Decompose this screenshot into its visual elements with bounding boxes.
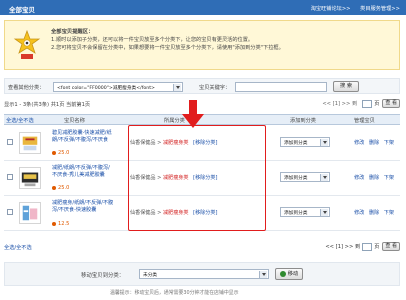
go-page-button[interactable]: 查 看 [382,99,400,108]
search-button[interactable]: 搜 索 [333,81,359,92]
col-add-header: 添加到分类 [290,118,316,124]
offshelf-link[interactable]: 下架 [384,140,394,146]
move-button-label: 移动 [287,271,299,277]
keyword-label: 宝贝关键字： [199,85,231,91]
col-manage-header: 管理宝贝 [354,118,375,124]
move-category-select[interactable]: 未分类 [139,269,269,279]
page-number-input-bottom[interactable] [362,242,373,251]
row-checkbox[interactable] [7,139,13,145]
page-suffix: 页 [374,101,380,107]
product-price: 25.0 [52,150,69,156]
move-button[interactable]: 移动 [275,268,303,280]
offshelf-link[interactable]: 下架 [384,210,394,216]
tip-panel: 全部宝贝提醒区： 1.顺时以添加子分类，还可以将一件宝贝放至多个分类下，让您的宝… [4,20,400,70]
tip-line-1: 1.顺时以添加子分类，还可以将一件宝贝放至多个分类下，让您的宝贝有更灵活的位置。 [51,37,254,43]
product-thumbnail[interactable] [19,167,41,189]
chevron-down-icon [320,174,328,181]
edit-link[interactable]: 修改 [354,140,364,146]
move-hint: 温馨提示：移动宝贝后，通常需要30分钟才能在店铺中显示 [110,290,239,296]
product-name-link[interactable]: 减肥/纸朗/不反弹/不腹泻/不厌食-秀儿美减肥胶囊 [52,165,114,178]
move-label: 移动宝贝到分类： [81,273,125,279]
offshelf-link[interactable]: 下架 [384,175,394,181]
category-filter-value: <font color="FF0000">减肥瘦身类</font> [57,86,155,91]
chevron-down-icon [173,84,181,91]
header-links: 淘宝旺铺论坛>> 类目服务管理>> [303,5,400,12]
delete-link[interactable]: 删除 [369,140,379,146]
move-arrow-icon [279,270,286,277]
result-summary: 显示1 - 3条(共3条) 共1页 当前第1页 [4,102,91,108]
pager-links[interactable]: << [1] >> 到 [322,100,357,107]
category-highlight-box [128,125,266,231]
edit-link[interactable]: 修改 [354,175,364,181]
category-service-link[interactable]: 类目服务管理>> [360,6,400,12]
add-to-category-select[interactable]: 添加到分类 [280,207,330,217]
move-category-value: 未分类 [143,273,158,278]
category-filter-label: 查看其他分类： [8,85,45,91]
product-thumbnail[interactable] [19,202,41,224]
pager-links-bottom[interactable]: << [1] >> 到 [325,243,360,250]
add-to-category-select[interactable]: 添加到分类 [280,137,330,147]
category-filter-select[interactable]: <font color="FF0000">减肥瘦身类</font> [53,82,183,92]
down-arrow-icon [182,100,204,128]
keyword-input[interactable] [235,82,327,92]
product-price: 12.5 [52,221,69,227]
page-number-input[interactable] [362,99,373,108]
product-name-link[interactable]: 碧见减肥胶囊-快速减肥/纸朗/不反弹/不腹泻/不厌食 [52,130,114,143]
row-checkbox[interactable] [7,209,13,215]
chevron-down-icon [259,271,267,278]
filter-bar: 查看其他分类： <font color="FF0000">减肥瘦身类</font… [4,78,400,94]
select-all-toggle[interactable]: 全选/全不选 [6,117,34,124]
pager-bottom: << [1] >> 到 页 查 看 [325,242,400,251]
row-actions: 修改 删除 下架 [351,139,394,146]
select-all-toggle-bottom[interactable]: 全选/全不选 [4,244,32,251]
add-to-category-select[interactable]: 添加到分类 [280,172,330,182]
product-thumbnail[interactable] [19,132,41,154]
product-name-link[interactable]: 减肥瘦身/纸朗/不反弹/不腹泻/不厌食-快速胶囊 [52,200,114,213]
edit-link[interactable]: 修改 [354,210,364,216]
product-price: 25.0 [52,185,69,191]
go-page-button-bottom[interactable]: 查 看 [382,242,400,251]
row-actions: 修改 删除 下架 [351,209,394,216]
page-header: 全部宝贝 淘宝旺铺论坛>> 类目服务管理>> [0,0,406,15]
pager-top: << [1] >> 到 页 查 看 [322,99,400,108]
page-title: 全部宝贝 [9,6,35,14]
forum-link[interactable]: 淘宝旺铺论坛>> [311,6,351,12]
row-actions: 修改 删除 下架 [351,174,394,181]
chevron-down-icon [320,209,328,216]
row-checkbox[interactable] [7,174,13,180]
page-suffix-bottom: 页 [374,244,380,250]
col-name-header: 宝贝名称 [64,118,85,124]
move-bar: 移动宝贝到分类： 未分类 移动 [4,262,400,286]
mascot-icon [13,30,41,59]
tip-title: 全部宝贝提醒区： [51,29,94,35]
delete-link[interactable]: 删除 [369,175,379,181]
delete-link[interactable]: 删除 [369,210,379,216]
tip-line-2: 2.您可将宝贝不会保留在分类中，如果想要将一件宝贝放至多个分类下，请使用"添加到… [51,45,284,51]
chevron-down-icon [320,139,328,146]
